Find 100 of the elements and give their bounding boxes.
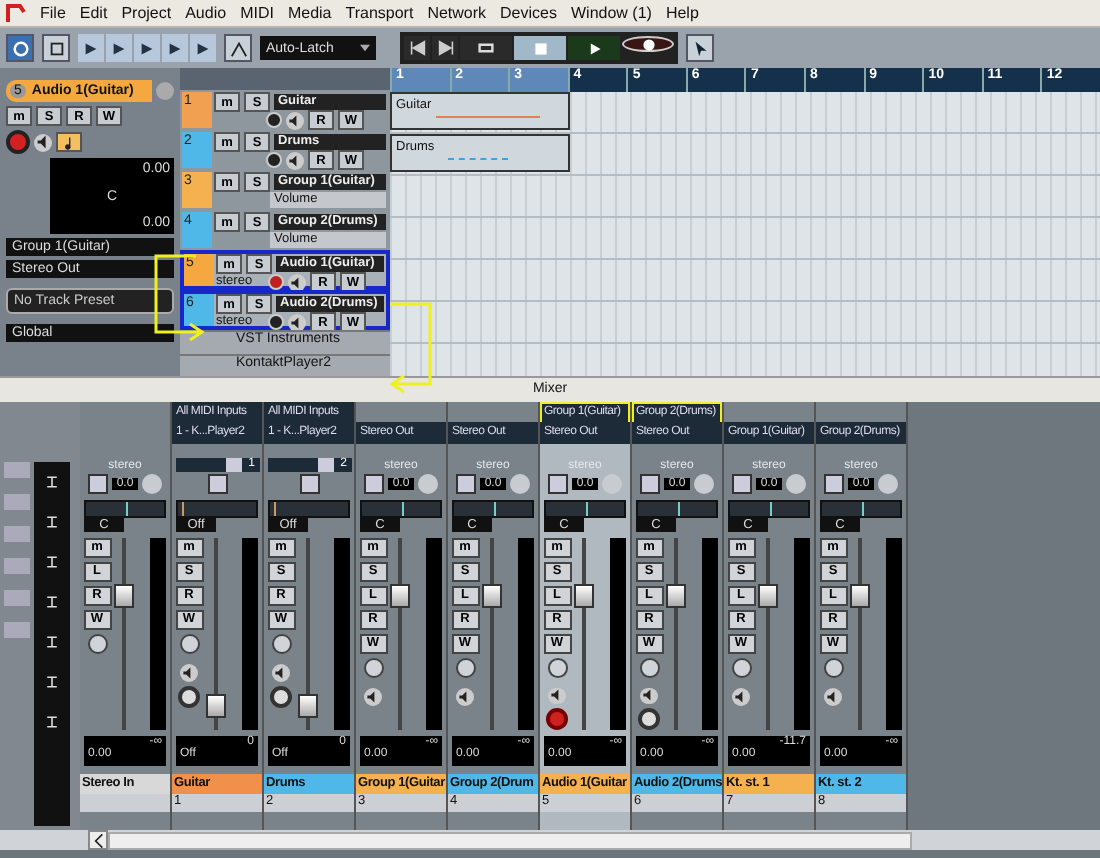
view-option-icon[interactable] xyxy=(44,634,60,650)
fader-handle[interactable] xyxy=(850,583,870,608)
phase-icon[interactable] xyxy=(364,474,385,494)
menu-item[interactable]: File xyxy=(40,4,66,22)
phase-icon[interactable] xyxy=(640,474,661,494)
phase-icon[interactable] xyxy=(732,474,753,494)
view-option-icon[interactable] xyxy=(44,554,60,570)
rewind-button[interactable] xyxy=(404,36,430,60)
edit-channel-icon[interactable] xyxy=(547,658,567,678)
scroll-left-button[interactable] xyxy=(88,830,108,850)
record-button[interactable] xyxy=(622,36,674,52)
edit-channel-icon[interactable] xyxy=(87,634,107,654)
view-option-icon[interactable] xyxy=(44,594,60,610)
monitor-button[interactable] xyxy=(824,688,842,706)
view-option-icon[interactable] xyxy=(44,714,60,730)
forward-button[interactable] xyxy=(432,36,458,60)
fader-handle[interactable] xyxy=(574,583,594,608)
pan-slider[interactable] xyxy=(544,500,626,518)
phase-icon[interactable] xyxy=(456,474,477,494)
record-enable-button[interactable] xyxy=(638,708,660,730)
fader-handle[interactable] xyxy=(666,583,686,608)
phase-icon[interactable] xyxy=(824,474,845,494)
panel-toggle-button[interactable] xyxy=(4,462,30,478)
menu-item[interactable]: Network xyxy=(427,4,487,22)
fader-handle[interactable] xyxy=(758,583,778,608)
tool-button[interactable] xyxy=(106,34,132,62)
menu-item[interactable]: Devices xyxy=(500,4,557,22)
edit-channel-icon[interactable] xyxy=(179,634,199,654)
pan-slider[interactable] xyxy=(452,500,534,518)
monitor-button[interactable] xyxy=(286,151,304,170)
monitor-button[interactable] xyxy=(180,664,198,682)
play-button[interactable] xyxy=(568,36,620,60)
view-option-icon[interactable] xyxy=(44,514,60,530)
edit-channel-icon[interactable] xyxy=(455,658,475,678)
pan-slider[interactable] xyxy=(820,500,902,518)
constrain-button[interactable] xyxy=(42,34,70,62)
tool-button[interactable] xyxy=(190,34,216,62)
thru-icon[interactable] xyxy=(207,474,227,494)
monitor-button[interactable] xyxy=(272,664,290,682)
menu-item[interactable]: Transport xyxy=(345,4,414,22)
record-enable-button[interactable] xyxy=(6,130,30,154)
keyboard-icon[interactable] xyxy=(226,458,243,472)
fader-handle[interactable] xyxy=(114,583,134,608)
monitor-button[interactable] xyxy=(288,273,306,292)
view-option-icon[interactable] xyxy=(44,674,60,690)
loop-button[interactable] xyxy=(460,36,512,60)
pan-slider[interactable] xyxy=(360,500,442,518)
fader-handle[interactable] xyxy=(390,583,410,608)
monitor-button[interactable] xyxy=(288,313,306,332)
record-enable-button[interactable] xyxy=(178,686,200,708)
record-enable-button[interactable] xyxy=(270,686,292,708)
view-option-icon[interactable] xyxy=(44,474,60,490)
edit-channel-icon[interactable] xyxy=(731,658,751,678)
menu-item[interactable]: Edit xyxy=(79,4,108,22)
tool-button[interactable] xyxy=(162,34,188,62)
phase-icon[interactable] xyxy=(88,474,109,494)
menu-item[interactable]: Window (1) xyxy=(570,4,652,22)
pointer-button[interactable] xyxy=(686,34,714,62)
menu-item[interactable]: Audio xyxy=(185,4,227,22)
menu-item[interactable]: Project xyxy=(121,4,172,22)
speaker-icon xyxy=(35,134,51,150)
midi-toggle-button[interactable] xyxy=(56,132,82,152)
edit-channel-icon[interactable] xyxy=(363,658,383,678)
keyboard-icon[interactable] xyxy=(318,458,335,472)
edit-channel-icon[interactable] xyxy=(271,634,291,654)
fader-handle[interactable] xyxy=(482,583,502,608)
phase-icon[interactable] xyxy=(548,474,569,494)
tool-button[interactable] xyxy=(78,34,104,62)
monitor-button[interactable] xyxy=(732,688,750,706)
panel-toggle-button[interactable] xyxy=(4,558,30,574)
panel-toggle-button[interactable] xyxy=(4,590,30,606)
fader-handle[interactable] xyxy=(298,694,318,719)
menu-item[interactable]: Help xyxy=(665,4,699,22)
edit-channel-icon[interactable] xyxy=(639,658,659,678)
fader-handle[interactable] xyxy=(206,694,226,719)
monitor-button[interactable] xyxy=(286,111,304,130)
pan-slider[interactable] xyxy=(636,500,718,518)
pan-slider[interactable] xyxy=(728,500,810,518)
activate-button[interactable] xyxy=(6,34,34,62)
monitor-button[interactable] xyxy=(34,133,52,151)
monitor-button[interactable] xyxy=(364,688,382,706)
monitor-button[interactable] xyxy=(456,688,474,706)
monitor-button[interactable] xyxy=(640,687,658,705)
panel-toggle-button[interactable] xyxy=(4,622,30,638)
panel-toggle-button[interactable] xyxy=(4,526,30,542)
automation-button[interactable] xyxy=(224,34,252,62)
menu-item[interactable]: MIDI xyxy=(240,4,274,22)
thru-icon[interactable] xyxy=(299,474,319,494)
pan-slider[interactable] xyxy=(268,500,350,518)
scroll-bar[interactable] xyxy=(108,831,912,849)
speaker-icon xyxy=(290,315,304,330)
pan-slider[interactable] xyxy=(176,500,258,518)
monitor-button[interactable] xyxy=(548,687,566,705)
speaker-icon xyxy=(826,690,840,704)
panel-toggle-button[interactable] xyxy=(4,494,30,510)
pan-slider[interactable] xyxy=(84,500,166,518)
menu-item[interactable]: Media xyxy=(287,4,332,22)
tool-button[interactable] xyxy=(134,34,160,62)
edit-channel-icon[interactable] xyxy=(823,658,843,678)
record-enable-button[interactable] xyxy=(546,708,568,730)
